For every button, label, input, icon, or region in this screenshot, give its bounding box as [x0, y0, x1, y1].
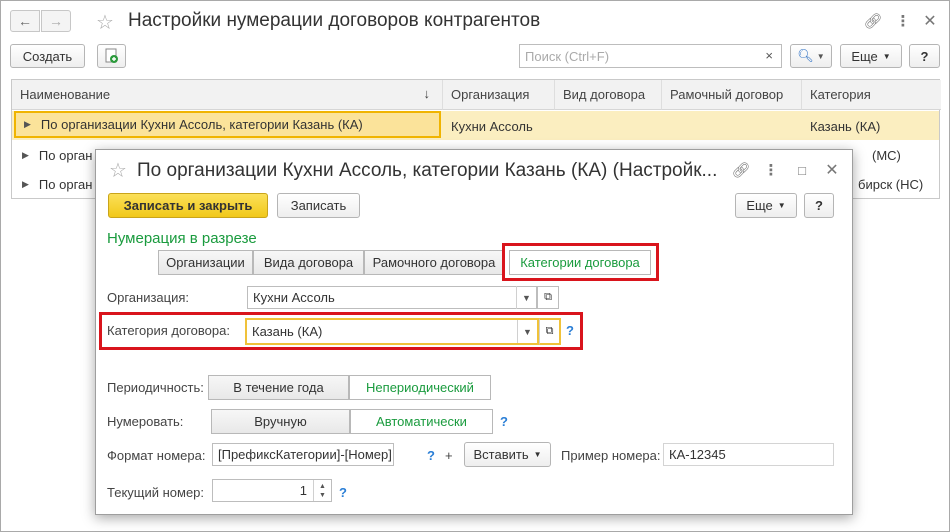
open-icon: ⧉	[544, 291, 552, 303]
help-icon[interactable]: ?	[500, 414, 508, 429]
table-cell-category: Казань (КА)	[810, 118, 881, 134]
main-window: ← → ☆ Настройки нумерации договоров конт…	[0, 0, 950, 532]
link-icon[interactable]: 🔗︎	[731, 161, 750, 179]
plus-sign: +	[445, 448, 453, 463]
star-icon[interactable]: ☆	[109, 158, 127, 183]
cell-text: По орган	[38, 147, 93, 163]
highlight-frame	[502, 243, 659, 281]
format-label: Формат номера:	[107, 448, 206, 463]
help-icon[interactable]: ?	[427, 448, 435, 463]
open-org-button[interactable]: ⧉	[537, 286, 559, 309]
table-cell-category: (МС)	[872, 147, 901, 163]
more-label: Еще	[851, 48, 878, 64]
help-button[interactable]: ?	[909, 44, 940, 68]
numbering-auto-toggle[interactable]: Автоматически	[350, 409, 493, 434]
table-cell-org: Кухни Ассоль	[451, 118, 533, 134]
chevron-down-icon: ▼	[777, 201, 786, 210]
arrow-right-icon: →	[49, 13, 63, 29]
row-arrow-icon: ▶	[22, 178, 29, 189]
tab-organizations[interactable]: Организации	[158, 250, 253, 275]
dialog-title: По организации Кухни Ассоль, категории К…	[137, 160, 718, 181]
help-icon[interactable]: ?	[339, 485, 347, 500]
table-cell-category: бирск (НС)	[858, 176, 924, 192]
column-header-category[interactable]: Категория	[802, 80, 941, 110]
format-input[interactable]: [ПрефиксКатегории]-[Номер]	[212, 443, 394, 466]
table-cell-name: ▶ По орган	[14, 169, 92, 199]
close-icon[interactable]: ✕	[823, 161, 841, 179]
tab-contract-type[interactable]: Вида договора	[253, 250, 364, 275]
chevron-down-icon: ▼	[816, 51, 825, 61]
search-placeholder: Поиск (Ctrl+F)	[525, 48, 610, 64]
forward-button[interactable]: →	[41, 10, 71, 32]
current-number-input[interactable]: 1 ▲ ▼	[212, 479, 332, 502]
tab-frame-contract[interactable]: Рамочного договора	[364, 250, 504, 275]
copy-button[interactable]	[97, 44, 126, 68]
document-add-icon	[105, 48, 118, 63]
table-row[interactable]: ▶ По организации Кухни Ассоль, категории …	[12, 111, 939, 140]
insert-label: Вставить	[473, 447, 529, 462]
more-label: Еще	[746, 198, 773, 213]
period-nonperiodic-toggle[interactable]: Непериодический	[349, 375, 491, 400]
org-value: Кухни Ассоль	[253, 290, 335, 305]
cell-text: По организации Кухни Ассоль, категории К…	[40, 117, 363, 132]
star-icon[interactable]: ☆	[96, 10, 114, 35]
link-icon[interactable]: 🔗︎	[863, 12, 882, 30]
numbering-manual-toggle[interactable]: Вручную	[211, 409, 350, 434]
column-header-frame[interactable]: Рамочный договор	[662, 80, 802, 110]
column-header-org[interactable]: Организация	[443, 80, 555, 110]
stepper-up-icon[interactable]: ▲	[319, 482, 326, 491]
search-button[interactable]: 🔍︎ ▼	[790, 44, 832, 68]
org-label: Организация:	[107, 290, 190, 305]
row-arrow-icon: ▶	[24, 119, 31, 129]
stepper-down-icon[interactable]: ▼	[319, 491, 326, 500]
period-yearly-toggle[interactable]: В течение года	[208, 375, 349, 400]
save-and-close-button[interactable]: Записать и закрыть	[108, 193, 268, 218]
maximize-icon[interactable]: □	[793, 161, 811, 179]
page-title: Настройки нумерации договоров контрагент…	[128, 10, 541, 31]
section-title: Нумерация в разрезе	[107, 230, 257, 247]
table-cell-name: ▶ По орган	[14, 140, 92, 170]
period-label: Периодичность:	[107, 380, 204, 395]
highlight-frame	[99, 312, 583, 350]
back-button[interactable]: ←	[10, 10, 40, 32]
search-input[interactable]: Поиск (Ctrl+F) ×	[519, 44, 782, 68]
column-header-label: Наименование	[20, 87, 111, 102]
chevron-down-icon[interactable]: ▼	[516, 286, 536, 309]
table-cell-name: ▶ По организации Кухни Ассоль, категории …	[14, 111, 441, 138]
column-header-type[interactable]: Вид договора	[555, 80, 662, 110]
arrow-left-icon: ←	[18, 13, 32, 29]
close-icon[interactable]: ✕	[921, 12, 939, 30]
column-header-name[interactable]: Наименование ↓	[12, 80, 443, 110]
current-number-value: 1	[299, 483, 307, 498]
more-button[interactable]: Еще ▼	[840, 44, 902, 68]
more-button[interactable]: Еще ▼	[735, 193, 797, 218]
chevron-down-icon: ▼	[882, 51, 891, 61]
search-icon: 🔍︎	[797, 48, 814, 63]
help-button[interactable]: ?	[804, 193, 834, 218]
sort-arrow-icon: ↓	[423, 86, 431, 101]
settings-dialog: ☆ По организации Кухни Ассоль, категории…	[95, 149, 853, 515]
insert-button[interactable]: Вставить ▼	[464, 442, 551, 467]
example-value: КА-12345	[663, 443, 834, 466]
row-arrow-icon: ▶	[22, 149, 29, 160]
number-stepper[interactable]: ▲ ▼	[313, 480, 331, 501]
save-button[interactable]: Записать	[277, 193, 360, 218]
cell-text: По орган	[38, 176, 93, 192]
menu-dots-icon[interactable]: ⋮	[762, 161, 780, 179]
current-number-label: Текущий номер:	[107, 485, 205, 500]
menu-dots-icon[interactable]: ⋮	[894, 12, 912, 30]
org-field[interactable]: Кухни Ассоль ▼	[247, 286, 537, 309]
chevron-down-icon: ▼	[533, 450, 542, 459]
create-button[interactable]: Создать	[10, 44, 85, 68]
clear-search-icon[interactable]: ×	[765, 48, 773, 63]
example-label: Пример номера:	[561, 448, 661, 463]
numbering-label: Нумеровать:	[107, 414, 184, 429]
